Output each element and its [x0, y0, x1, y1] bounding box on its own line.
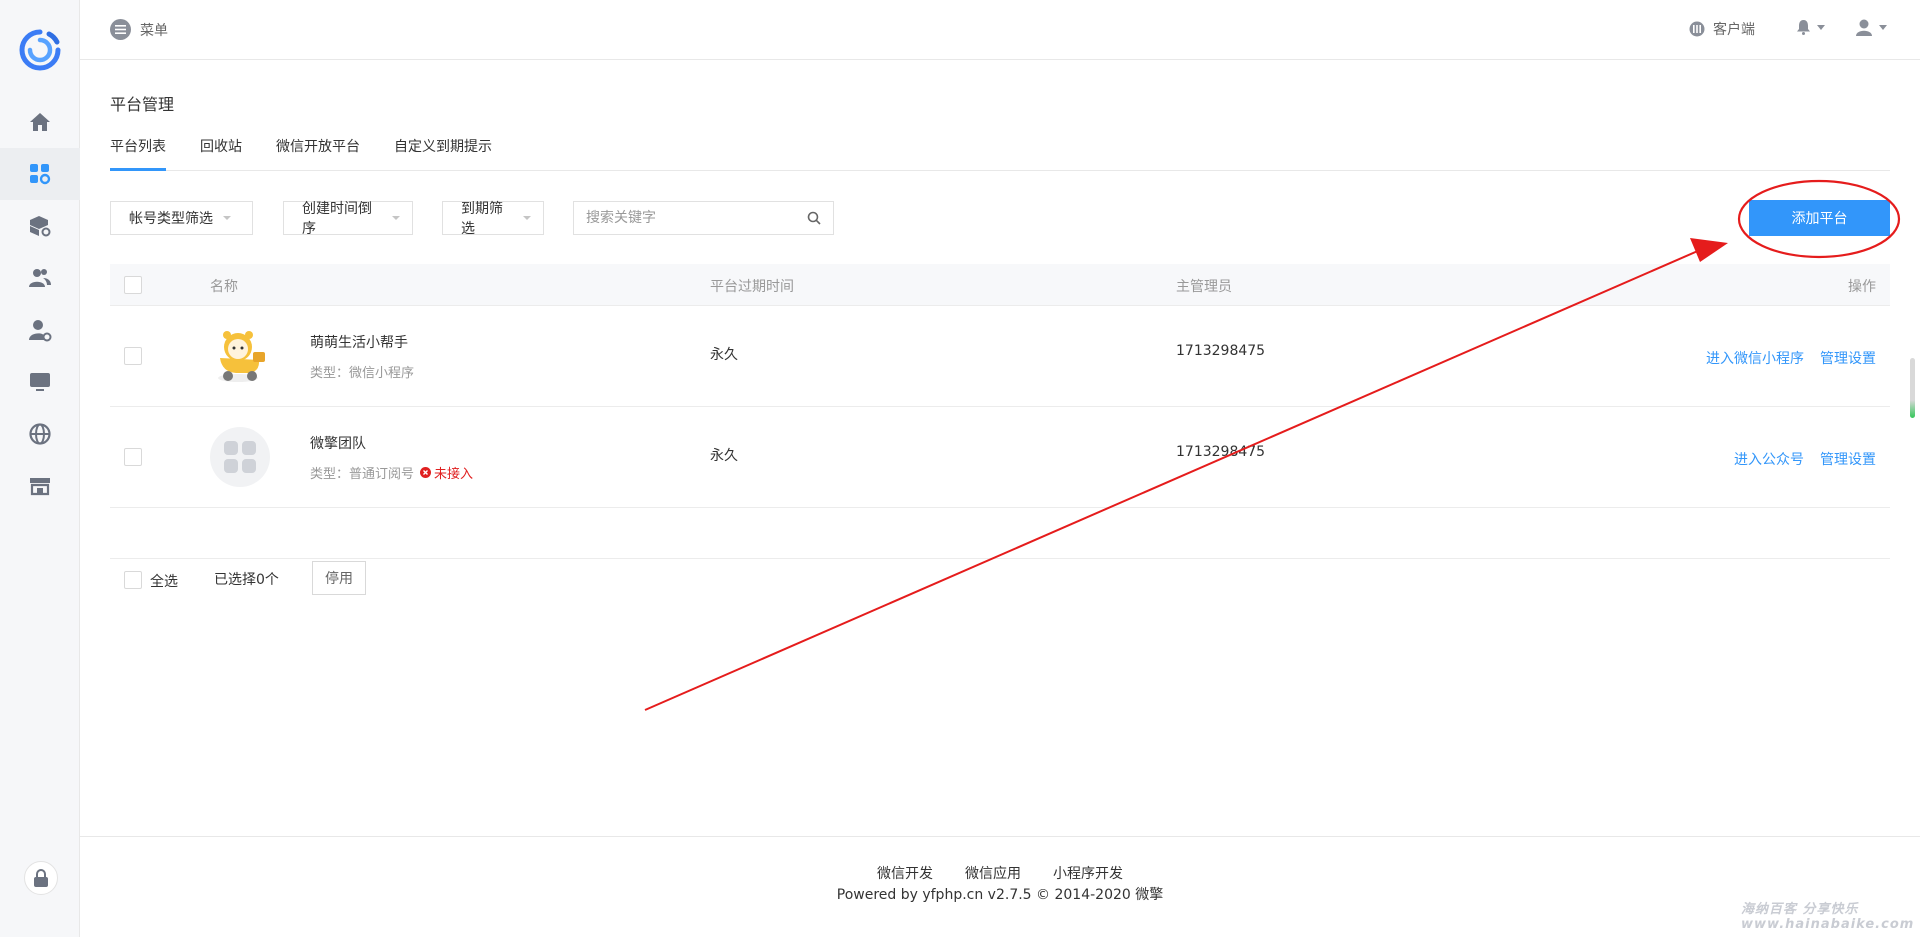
- client-link[interactable]: 客户端: [1689, 19, 1755, 39]
- row-checkbox[interactable]: [124, 448, 142, 466]
- sidebar: [0, 0, 80, 937]
- platform-type: 类型：微信小程序: [310, 366, 415, 381]
- sidebar-item-permissions[interactable]: [0, 304, 80, 356]
- manage-settings-link[interactable]: 管理设置: [1820, 449, 1876, 469]
- status-badge: 未接入: [420, 463, 473, 482]
- arrow-head: [1690, 238, 1728, 262]
- footer-link-wechat-apps[interactable]: 微信应用: [965, 863, 1021, 883]
- footer-copyright: Powered by yfphp.cn v2.7.5 © 2014-2020 微…: [836, 887, 1164, 903]
- sidebar-item-store[interactable]: [0, 460, 80, 512]
- platform-type-line: 类型：普通订阅号 未接入: [310, 463, 473, 482]
- notifications-dropdown[interactable]: [1796, 19, 1825, 35]
- column-expire: 平台过期时间: [710, 279, 794, 295]
- tab-wechat-open-platform[interactable]: 微信开放平台: [276, 136, 360, 168]
- search-icon[interactable]: [807, 211, 821, 225]
- table-row: 微擎团队 类型：普通订阅号 未接入 永久 1713298475 进入公众号 管理设…: [110, 407, 1890, 508]
- sidebar-item-home[interactable]: [0, 96, 80, 148]
- expiry-filter-label: 到期筛选: [461, 201, 503, 237]
- row-checkbox[interactable]: [124, 347, 142, 365]
- sort-filter[interactable]: 创建时间倒序: [283, 201, 413, 237]
- apps-settings-icon: [30, 164, 51, 185]
- watermark: 海纳百客 分享快乐 www.hainabaike.com: [1741, 902, 1915, 932]
- chevron-down-icon: [1879, 24, 1887, 30]
- selected-count: 已选择0个: [214, 572, 279, 588]
- platform-avatar: [218, 331, 265, 382]
- footer-link-wechat-dev[interactable]: 微信开发: [877, 863, 933, 883]
- home-icon: [30, 113, 50, 131]
- sidebar-item-site[interactable]: [0, 408, 80, 460]
- disable-button[interactable]: 停用: [312, 561, 366, 595]
- platform-admin: 1713298475: [1176, 343, 1266, 359]
- error-circle-icon: [420, 467, 432, 478]
- column-actions: 操作: [1848, 279, 1876, 295]
- table-row: 萌萌生活小帮手 类型：微信小程序 永久 1713298475 进入微信小程序 管…: [110, 306, 1890, 407]
- user-settings-icon: [29, 320, 52, 342]
- search-input[interactable]: [574, 202, 794, 234]
- footer: 微信开发 微信应用 小程序开发 Powered by yfphp.cn v2.7…: [80, 836, 1920, 937]
- avatar: [1856, 19, 1872, 36]
- chevron-down-icon: [392, 216, 400, 220]
- select-all-checkbox[interactable]: [124, 571, 142, 589]
- client-label: 客户端: [1713, 22, 1755, 38]
- platform-admin: 1713298475: [1176, 444, 1266, 460]
- footer-links: 微信开发 微信应用 小程序开发: [80, 863, 1920, 883]
- footer-link-mini-program-dev[interactable]: 小程序开发: [1053, 863, 1123, 883]
- status-label: 未接入: [434, 467, 474, 482]
- enter-official-account-link[interactable]: 进入公众号: [1734, 449, 1804, 469]
- select-all-checkbox-header[interactable]: [124, 276, 142, 294]
- manage-settings-link[interactable]: 管理设置: [1820, 348, 1876, 368]
- account-type-filter-label: 帐号类型筛选: [129, 211, 213, 227]
- search-box: [573, 201, 834, 235]
- globe-icon: [29, 423, 51, 445]
- tab-recycle-bin[interactable]: 回收站: [200, 136, 242, 168]
- sidebar-item-system[interactable]: [0, 356, 80, 408]
- list-icon: [110, 19, 131, 40]
- top-header: 菜单 客户端: [80, 0, 1920, 60]
- platform-avatar: [210, 427, 270, 487]
- tab-custom-expiry-notice[interactable]: 自定义到期提示: [394, 136, 492, 168]
- table-header: 名称 平台过期时间 主管理员 操作: [110, 264, 1890, 306]
- bulk-actions-bar: 全选 已选择0个 停用: [110, 558, 1890, 600]
- platform-expire: 永久: [710, 347, 738, 363]
- column-name: 名称: [210, 279, 238, 295]
- bell-icon: [1797, 20, 1810, 35]
- enter-mini-program-link[interactable]: 进入微信小程序: [1706, 348, 1804, 368]
- chevron-down-icon: [523, 216, 531, 220]
- tab-bar: 平台列表 回收站 微信开放平台 自定义到期提示: [110, 126, 1890, 171]
- expiry-filter[interactable]: 到期筛选: [442, 201, 544, 237]
- add-platform-button[interactable]: 添加平台: [1749, 200, 1890, 236]
- store-icon: [30, 478, 50, 496]
- client-icon: [1689, 21, 1705, 37]
- box-settings-icon: [30, 216, 51, 237]
- sidebar-item-platform[interactable]: [0, 148, 80, 200]
- lock-screen-button[interactable]: [24, 861, 58, 895]
- chevron-down-icon: [1817, 24, 1825, 30]
- users-icon: [29, 269, 51, 287]
- column-admin: 主管理员: [1176, 279, 1232, 295]
- select-all-label[interactable]: 全选: [150, 571, 178, 591]
- lock-icon: [34, 869, 48, 887]
- sidebar-item-users[interactable]: [0, 252, 80, 304]
- menu-label: 菜单: [140, 22, 168, 39]
- page-title: 平台管理: [110, 95, 175, 114]
- tab-platform-list[interactable]: 平台列表: [110, 136, 166, 171]
- platform-expire: 永久: [710, 448, 738, 464]
- monitor-icon: [30, 373, 50, 391]
- sidebar-item-modules[interactable]: [0, 200, 80, 252]
- brand-logo[interactable]: [16, 26, 64, 74]
- scrollbar[interactable]: [1910, 358, 1915, 418]
- account-type-filter[interactable]: 帐号类型筛选: [110, 201, 253, 235]
- sort-filter-label: 创建时间倒序: [302, 201, 372, 237]
- platform-name: 萌萌生活小帮手: [310, 335, 408, 351]
- user-menu[interactable]: [1855, 18, 1887, 36]
- platform-type: 类型：普通订阅号: [310, 467, 415, 482]
- grid-placeholder-icon: [224, 441, 256, 473]
- menu-toggle[interactable]: 菜单: [110, 19, 168, 40]
- chevron-down-icon: [223, 216, 231, 220]
- platform-name: 微擎团队: [310, 436, 366, 452]
